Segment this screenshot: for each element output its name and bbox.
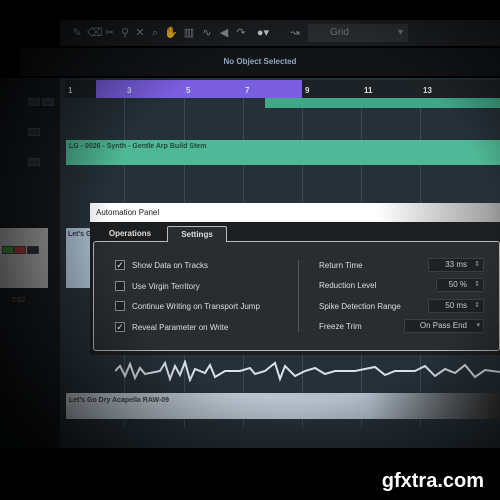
return-time-label: Return Time <box>319 261 363 270</box>
option-virgin-territory[interactable]: Use Virgin Territory <box>115 281 200 291</box>
option-label: Use Virgin Territory <box>132 281 200 291</box>
bar-11: 11 <box>364 86 373 95</box>
bar-5: 5 <box>186 86 191 95</box>
audio-waveform <box>115 360 500 382</box>
spike-detection-field[interactable]: 50 ms ⇕ <box>428 299 484 313</box>
mute-button[interactable] <box>28 98 40 106</box>
bar-7: 7 <box>245 86 250 95</box>
bar-3: 3 <box>127 86 132 95</box>
freeze-trim-label: Freeze Trim <box>319 322 362 331</box>
hand-icon[interactable]: ✋ <box>164 25 178 41</box>
selected-track[interactable] <box>0 228 48 288</box>
checkbox[interactable] <box>115 301 125 311</box>
field-value: On Pass End <box>419 321 467 330</box>
line-icon[interactable]: ∿ <box>200 25 214 41</box>
spinner-icon[interactable]: ⇕ <box>474 279 480 291</box>
mute-button[interactable] <box>28 158 40 166</box>
record-button[interactable] <box>14 246 26 254</box>
option-reveal-parameter[interactable]: ✓ Reveal Parameter on Write <box>115 322 228 332</box>
watermark: gfxtra.com <box>381 470 484 492</box>
split-icon[interactable]: ✂ <box>103 25 117 41</box>
field-value: 50 % <box>448 280 467 289</box>
checkbox[interactable] <box>115 281 125 291</box>
spinner-icon[interactable]: ⇕ <box>474 300 480 312</box>
track-button[interactable] <box>27 246 39 254</box>
glue-icon[interactable]: ⚲ <box>118 25 132 41</box>
divider <box>298 260 299 332</box>
field-value: 33 ms <box>445 260 467 269</box>
midi-clip[interactable] <box>265 98 500 108</box>
track-list: 2:02 <box>0 78 60 448</box>
reduction-level-field[interactable]: 50 % ⇕ <box>436 278 484 292</box>
grid-label: Grid <box>330 27 349 38</box>
pencil-icon[interactable]: ✎ <box>70 25 84 41</box>
monitor-button[interactable] <box>2 246 14 254</box>
mute-icon[interactable]: ✕ <box>133 25 147 41</box>
comp-icon[interactable]: ↷ <box>234 25 248 41</box>
snap-icon[interactable]: ↝ <box>288 25 302 41</box>
checkbox-checked[interactable]: ✓ <box>115 260 125 270</box>
option-label: Show Data on Tracks <box>132 260 209 270</box>
option-label: Continue Writing on Transport Jump <box>132 301 260 311</box>
bar-9: 9 <box>305 86 310 95</box>
option-continue-writing[interactable]: Continue Writing on Transport Jump <box>115 301 260 311</box>
synth-clip[interactable]: LG - 0026 - Synth - Gentle Arp Build Ste… <box>66 140 500 165</box>
tab-operations[interactable]: Operations <box>98 226 162 242</box>
spinner-icon[interactable]: ⇕ <box>474 259 480 271</box>
tab-settings[interactable]: Settings <box>167 226 227 242</box>
speaker-icon[interactable]: ◀ <box>217 25 231 41</box>
info-line: No Object Selected <box>20 48 500 76</box>
zoom-icon[interactable]: ⌕ <box>148 25 162 41</box>
timewarp-icon[interactable]: ▥ <box>182 25 196 41</box>
chevron-down-icon: ▾ <box>397 27 403 38</box>
field-value: 50 ms <box>445 301 467 310</box>
spike-detection-label: Spike Detection Range <box>319 302 401 311</box>
toolbar: ✎ ⌫ ✂ ⚲ ✕ ⌕ ✋ ▥ ∿ ◀ ↷ ●▾ ↝ <box>60 20 500 46</box>
reduction-level-label: Reduction Level <box>319 281 377 290</box>
option-show-data[interactable]: ✓ Show Data on Tracks <box>115 260 208 270</box>
grid-type-select[interactable]: Grid ▾ <box>308 24 408 42</box>
chevron-down-icon: ▾ <box>476 322 480 329</box>
return-time-field[interactable]: 33 ms ⇕ <box>428 258 484 272</box>
track-button[interactable] <box>42 98 54 106</box>
option-label: Reveal Parameter on Write <box>132 322 229 332</box>
freeze-trim-select[interactable]: On Pass End ▾ <box>404 319 484 333</box>
eraser-icon[interactable]: ⌫ <box>87 25 103 41</box>
color-icon[interactable]: ●▾ <box>256 25 270 41</box>
bar-13: 13 <box>423 86 432 95</box>
dialog-title: Automation Panel <box>90 203 500 222</box>
bar-1: 1 <box>68 86 73 95</box>
mute-button[interactable] <box>28 128 40 136</box>
acapella-clip[interactable]: Let's Go Dry Acapella RAW-09 <box>66 393 500 419</box>
track-time: 2:02 <box>12 297 26 304</box>
checkbox-checked[interactable]: ✓ <box>115 322 125 332</box>
